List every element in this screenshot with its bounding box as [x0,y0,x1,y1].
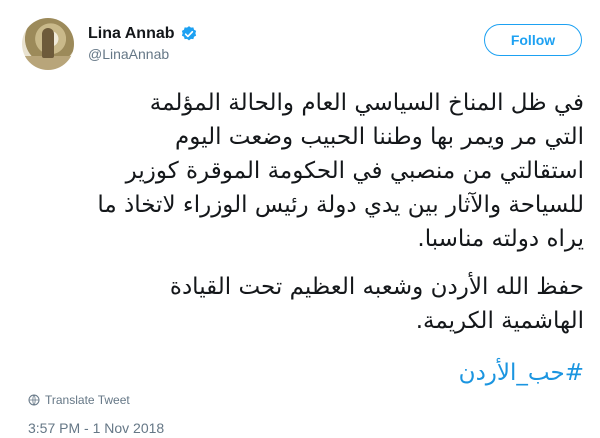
name-row: Lina Annab [88,24,198,44]
tweet-line: الهاشمية الكريمة. [415,308,584,334]
avatar-ground [22,56,74,70]
tweet-text-paragraph-2: حفظ الله الأردن وشعبه العظيم تحت القيادة… [22,270,584,338]
tweet-text: في ظل المناخ السياسي العام والحالة المؤل… [22,86,584,256]
translate-tweet-link[interactable]: Translate Tweet [28,393,130,407]
follow-button[interactable]: Follow [484,24,582,56]
author-handle[interactable]: @LinaAnnab [88,46,169,62]
author-name[interactable]: Lina Annab [88,25,175,43]
tweet-card: Lina Annab @LinaAnnab Follow في ظل المنا… [0,0,600,438]
tweet-line: استقالتي من منصبي في الحكومة الموقرة كوز… [125,158,584,184]
tweet-line: حفظ الله الأردن وشعبه العظيم تحت القيادة [169,274,584,300]
tweet-line: يراه دولته مناسبا. [417,226,584,252]
avatar[interactable] [22,18,74,70]
tweet-timestamp[interactable]: 3:57 PM - 1 Nov 2018 [28,420,164,436]
hashtag-link[interactable]: #حب_الأردن [22,356,584,390]
verified-badge-icon [181,26,196,41]
tweet-line: التي مر ويمر بها وطننا الحبيب وضعت اليوم [175,124,584,150]
globe-icon [28,394,40,406]
translate-tweet-label[interactable]: Translate Tweet [45,393,130,407]
tweet-header: Lina Annab @LinaAnnab Follow [22,18,582,70]
tweet-line: للسياحة والآثار بين يدي دولة رئيس الوزرا… [97,192,584,218]
tweet-line: في ظل المناخ السياسي العام والحالة المؤل… [149,90,584,116]
avatar-figure [42,28,54,58]
